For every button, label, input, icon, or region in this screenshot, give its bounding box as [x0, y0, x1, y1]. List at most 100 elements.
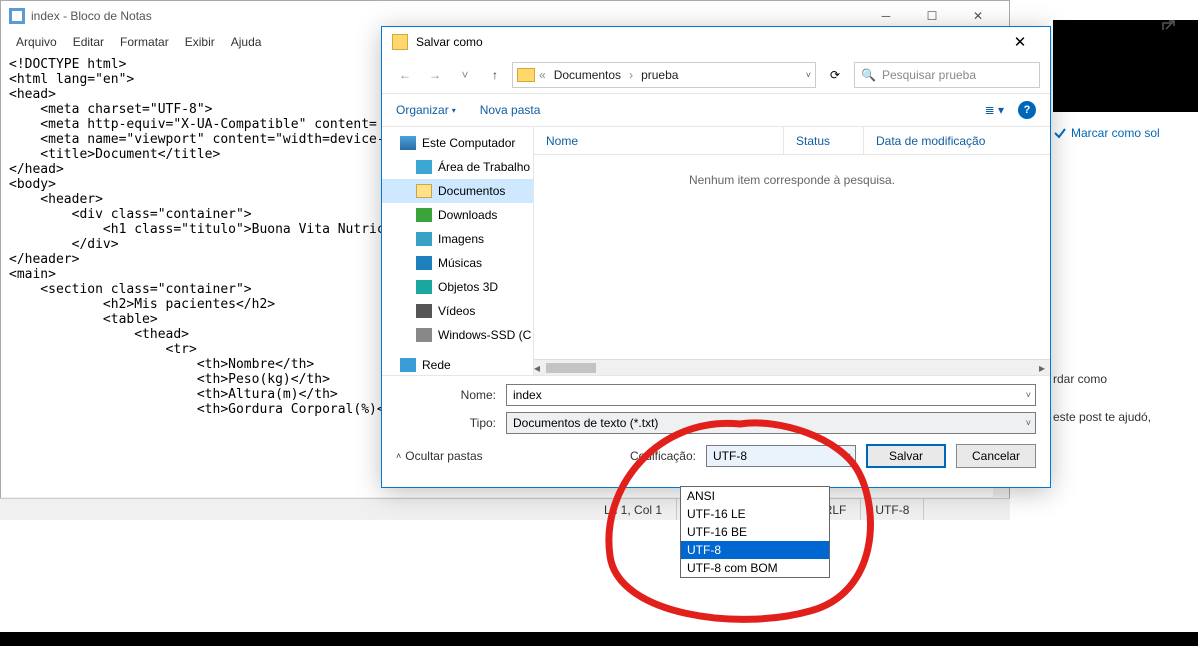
tree-music[interactable]: Músicas [382, 251, 533, 275]
tree-network[interactable]: Rede [382, 353, 533, 375]
dialog-titlebar: Salvar como ✕ [382, 27, 1050, 57]
breadcrumb-documents[interactable]: Documentos [550, 68, 625, 82]
filetype-label: Tipo: [396, 416, 506, 430]
menu-edit[interactable]: Editar [66, 33, 111, 51]
network-icon [400, 358, 416, 372]
tree-label: Rede [422, 358, 451, 372]
encoding-option-utf16le[interactable]: UTF-16 LE [681, 505, 829, 523]
menu-format[interactable]: Formatar [113, 33, 176, 51]
tree-documents[interactable]: Documentos [382, 179, 533, 203]
menu-file[interactable]: Arquivo [9, 33, 64, 51]
filename-label: Nome: [396, 388, 506, 402]
objects3d-icon [416, 280, 432, 294]
notepad-icon [9, 8, 25, 24]
tree-this-pc[interactable]: Este Computador [382, 131, 533, 155]
tree-images[interactable]: Imagens [382, 227, 533, 251]
nav-recent-button[interactable]: ˅ [452, 62, 478, 88]
images-icon [416, 232, 432, 246]
tree-label: Documentos [438, 184, 505, 198]
tree-label: Área de Trabalho [438, 160, 530, 174]
encoding-label: Codificação: [630, 449, 696, 463]
context-line2: este post te ajudó, [1053, 408, 1198, 426]
context-text: rdar como este post te ajudó, [1053, 370, 1198, 426]
encoding-option-utf8[interactable]: UTF-8 [681, 541, 829, 559]
encoding-combo[interactable]: UTF-8 ˅ [706, 445, 856, 467]
folder-icon [517, 68, 535, 82]
tree-videos[interactable]: Vídeos [382, 299, 533, 323]
filename-value: index [513, 388, 542, 402]
status-encoding: UTF-8 [861, 499, 924, 520]
downloads-icon [416, 208, 432, 222]
encoding-option-utf16be[interactable]: UTF-16 BE [681, 523, 829, 541]
mark-solution-label: Marcar como sol [1071, 126, 1160, 140]
pc-icon [400, 136, 416, 150]
tree-label: Músicas [438, 256, 482, 270]
nav-up-button[interactable]: ↑ [482, 62, 508, 88]
filetype-combo[interactable]: Documentos de texto (*.txt) ˅ [506, 412, 1036, 434]
music-icon [416, 256, 432, 270]
tree-label: Imagens [438, 232, 484, 246]
file-list-hscroll[interactable]: ◂▸ [534, 359, 1050, 375]
share-icon[interactable] [1160, 20, 1178, 38]
filetype-value: Documentos de texto (*.txt) [513, 416, 658, 430]
tree-label: Downloads [438, 208, 497, 222]
file-list: Nome Status Data de modificação Nenhum i… [534, 127, 1050, 375]
view-options-button[interactable]: ≣ ▾ [985, 103, 1004, 117]
breadcrumb-bar[interactable]: « Documentos › prueba ˅ [512, 62, 816, 88]
breadcrumb-prueba[interactable]: prueba [637, 68, 682, 82]
tree-label: Vídeos [438, 304, 475, 318]
col-modified[interactable]: Data de modificação [864, 127, 1050, 154]
nav-forward-button[interactable]: → [422, 62, 448, 88]
new-folder-button[interactable]: Nova pasta [480, 103, 541, 117]
check-icon [1053, 126, 1067, 140]
menu-view[interactable]: Exibir [178, 33, 222, 51]
cancel-button[interactable]: Cancelar [956, 444, 1036, 468]
chevron-down-icon[interactable]: ˅ [1026, 418, 1031, 428]
chevron-right-icon: › [629, 68, 633, 82]
background-page: Marcar como sol rdar como este post te a… [1053, 20, 1198, 520]
dialog-toolbar: Organizar ▾ Nova pasta ≣ ▾ ? [382, 93, 1050, 127]
organize-label: Organizar [396, 103, 449, 117]
search-input[interactable]: 🔍 Pesquisar prueba [854, 62, 1040, 88]
hide-folders-button[interactable]: ˄ Ocultar pastas [396, 449, 483, 463]
hide-folders-label: Ocultar pastas [405, 449, 482, 463]
notepad-title-text: index - Bloco de Notas [31, 9, 152, 23]
encoding-value: UTF-8 [713, 449, 747, 463]
organize-menu[interactable]: Organizar ▾ [396, 103, 456, 117]
nav-back-button[interactable]: ← [392, 62, 418, 88]
tree-3d-objects[interactable]: Objetos 3D [382, 275, 533, 299]
dialog-close-button[interactable]: ✕ [1000, 28, 1040, 56]
menu-help[interactable]: Ajuda [224, 33, 269, 51]
documents-icon [416, 184, 432, 198]
notepad-statusbar: Ln 1, Col 1 (CRLF UTF-8 [0, 498, 1010, 520]
search-icon: 🔍 [861, 68, 876, 82]
encoding-option-ansi[interactable]: ANSI [681, 487, 829, 505]
help-button[interactable]: ? [1018, 101, 1036, 119]
context-line1: rdar como [1053, 370, 1198, 388]
tree-label: Windows-SSD (C [438, 328, 531, 342]
save-as-dialog: Salvar como ✕ ← → ˅ ↑ « Documentos › pru… [381, 26, 1051, 488]
chevron-down-icon[interactable]: ˅ [846, 451, 851, 461]
chevron-up-icon: ˄ [396, 451, 401, 461]
col-status[interactable]: Status [784, 127, 864, 154]
folder-tree: Este Computador Área de Trabalho Documen… [382, 127, 534, 375]
tree-ssd[interactable]: Windows-SSD (C [382, 323, 533, 347]
encoding-dropdown-list: ANSI UTF-16 LE UTF-16 BE UTF-8 UTF-8 com… [680, 486, 830, 578]
chevron-down-icon[interactable]: ˅ [806, 70, 811, 80]
col-name[interactable]: Nome [534, 127, 784, 154]
folder-icon [392, 34, 408, 50]
chevron-down-icon[interactable]: ˅ [1026, 390, 1031, 400]
save-button[interactable]: Salvar [866, 444, 946, 468]
tree-desktop[interactable]: Área de Trabalho [382, 155, 533, 179]
encoding-option-utf8bom[interactable]: UTF-8 com BOM [681, 559, 829, 577]
mark-solution-button[interactable]: Marcar como sol [1053, 126, 1198, 140]
file-list-empty: Nenhum item corresponde à pesquisa. [534, 155, 1050, 187]
filename-input[interactable]: index ˅ [506, 384, 1036, 406]
tree-downloads[interactable]: Downloads [382, 203, 533, 227]
refresh-button[interactable]: ⟳ [820, 62, 850, 88]
desktop-icon [416, 160, 432, 174]
tree-label: Objetos 3D [438, 280, 498, 294]
tree-label: Este Computador [422, 136, 515, 150]
disk-icon [416, 328, 432, 342]
black-bar [0, 632, 1198, 646]
